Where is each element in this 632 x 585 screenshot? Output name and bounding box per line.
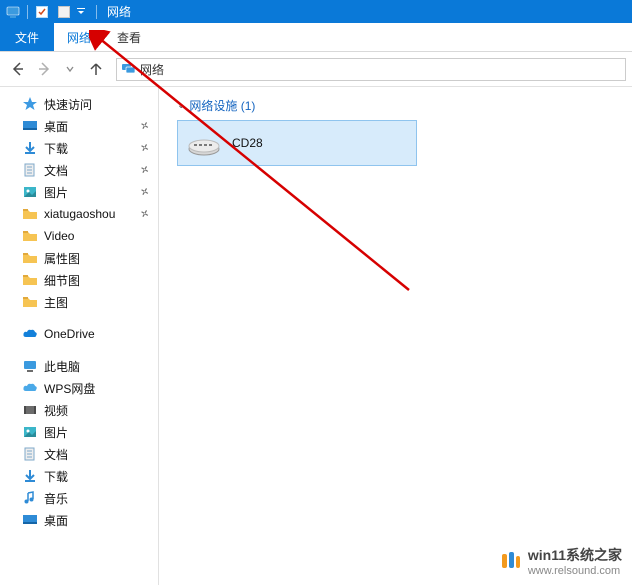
sidebar-item-label: 音乐 <box>44 490 68 507</box>
router-icon <box>186 129 222 157</box>
sidebar-item-label: 图片 <box>44 184 68 201</box>
pin-icon: ✛ <box>137 185 150 199</box>
sidebar-label: OneDrive <box>44 327 95 341</box>
sidebar-item-desktop2[interactable]: 桌面 <box>0 509 158 531</box>
sidebar-this-pc[interactable]: 此电脑 <box>0 355 158 377</box>
group-header[interactable]: ⌄ 网络设施 (1) <box>167 93 624 120</box>
sidebar-label: 此电脑 <box>44 358 80 375</box>
sidebar-item-label: 视频 <box>44 402 68 419</box>
pin-icon: ✛ <box>137 163 150 177</box>
onedrive-icon <box>22 326 38 342</box>
nav-recent-dropdown[interactable] <box>58 57 82 81</box>
sidebar-item-label: WPS网盘 <box>44 380 95 397</box>
video-icon <box>22 402 38 418</box>
music-icon <box>22 490 38 506</box>
document-icon <box>22 446 38 462</box>
sidebar-quick-access[interactable]: 快速访问 <box>0 93 158 115</box>
cloud-icon <box>22 380 38 396</box>
document-icon <box>22 162 38 178</box>
device-label: CD28 <box>232 136 263 150</box>
watermark-url: www.relsound.com <box>528 565 622 577</box>
sidebar-item-downloads[interactable]: 下载 ✛ <box>0 137 158 159</box>
window-title: 网络 <box>107 3 131 20</box>
sidebar-item-label: Video <box>44 229 74 243</box>
network-icon <box>120 61 136 77</box>
sidebar-item-detail-folder[interactable]: 细节图 <box>0 269 158 291</box>
network-device-item[interactable]: CD28 <box>177 120 417 166</box>
sidebar-item-label: 下载 <box>44 140 68 157</box>
pin-icon: ✛ <box>137 141 150 155</box>
title-bar: 网络 <box>0 0 632 23</box>
chevron-down-icon: ⌄ <box>177 100 185 111</box>
pin-icon: ✛ <box>137 119 150 133</box>
sidebar-item-label: 桌面 <box>44 118 68 135</box>
sidebar-item-desktop[interactable]: 桌面 ✛ <box>0 115 158 137</box>
sidebar-label: 快速访问 <box>44 96 92 113</box>
navigation-pane: 快速访问 桌面 ✛ 下载 ✛ 文档 ✛ <box>0 87 159 585</box>
qat-newfolder-button[interactable] <box>54 2 74 22</box>
download-icon <box>22 140 38 156</box>
download-icon <box>22 468 38 484</box>
sidebar-item-wps[interactable]: WPS网盘 <box>0 377 158 399</box>
pictures-icon <box>22 184 38 200</box>
sidebar-item-documents[interactable]: 文档 ✛ <box>0 159 158 181</box>
tab-network[interactable]: 网络 <box>54 23 104 51</box>
folder-icon <box>22 272 38 288</box>
tab-view[interactable]: 查看 <box>104 23 154 51</box>
sidebar-item-label: 主图 <box>44 294 68 311</box>
sidebar-item-attribute-folder[interactable]: 属性图 <box>0 247 158 269</box>
sidebar-onedrive[interactable]: OneDrive <box>0 323 158 345</box>
pictures-icon <box>22 424 38 440</box>
nav-row: 网络 <box>0 52 632 87</box>
folder-icon <box>22 250 38 266</box>
sidebar-item-main-folder[interactable]: 主图 <box>0 291 158 313</box>
watermark-logo-icon <box>500 550 522 572</box>
sidebar-item-pictures2[interactable]: 图片 <box>0 421 158 443</box>
desktop-icon <box>22 118 38 134</box>
folder-icon <box>22 294 38 310</box>
group-label: 网络设施 (1) <box>189 97 255 114</box>
star-icon <box>22 96 38 112</box>
sidebar-item-label: 细节图 <box>44 272 80 289</box>
sidebar-item-pictures[interactable]: 图片 ✛ <box>0 181 158 203</box>
sidebar-item-label: 文档 <box>44 446 68 463</box>
qat-customize-dropdown[interactable] <box>76 7 90 17</box>
sidebar-item-label: 属性图 <box>44 250 80 267</box>
sidebar-item-label: 图片 <box>44 424 68 441</box>
sidebar-item-downloads2[interactable]: 下载 <box>0 465 158 487</box>
qat-divider <box>27 5 28 19</box>
qat-properties-button[interactable] <box>32 2 52 22</box>
sidebar-item-label: 下载 <box>44 468 68 485</box>
folder-icon <box>22 206 38 222</box>
app-icon <box>4 3 21 20</box>
desktop-icon <box>22 512 38 528</box>
watermark-text: win11系统之家 <box>528 545 622 565</box>
sidebar-item-video-folder[interactable]: Video <box>0 225 158 247</box>
sidebar-item-music[interactable]: 音乐 <box>0 487 158 509</box>
address-bar[interactable]: 网络 <box>116 58 626 81</box>
qat-divider-2 <box>96 5 97 19</box>
sidebar-item-documents2[interactable]: 文档 <box>0 443 158 465</box>
nav-back-button[interactable] <box>6 57 30 81</box>
address-text: 网络 <box>140 61 164 78</box>
this-pc-icon <box>22 358 38 374</box>
content-pane: ⌄ 网络设施 (1) CD28 <box>159 87 632 585</box>
sidebar-item-label: 桌面 <box>44 512 68 529</box>
sidebar-item-videos[interactable]: 视频 <box>0 399 158 421</box>
tab-file[interactable]: 文件 <box>0 23 54 51</box>
watermark: win11系统之家 www.relsound.com <box>500 545 622 577</box>
sidebar-item-xiatugaoshou[interactable]: xiatugaoshou ✛ <box>0 203 158 225</box>
nav-forward-button[interactable] <box>32 57 56 81</box>
sidebar-item-label: xiatugaoshou <box>44 207 115 221</box>
nav-up-button[interactable] <box>84 57 108 81</box>
folder-icon <box>22 228 38 244</box>
sidebar-item-label: 文档 <box>44 162 68 179</box>
pin-icon: ✛ <box>137 207 150 221</box>
ribbon-tabs: 文件 网络 查看 <box>0 23 632 52</box>
